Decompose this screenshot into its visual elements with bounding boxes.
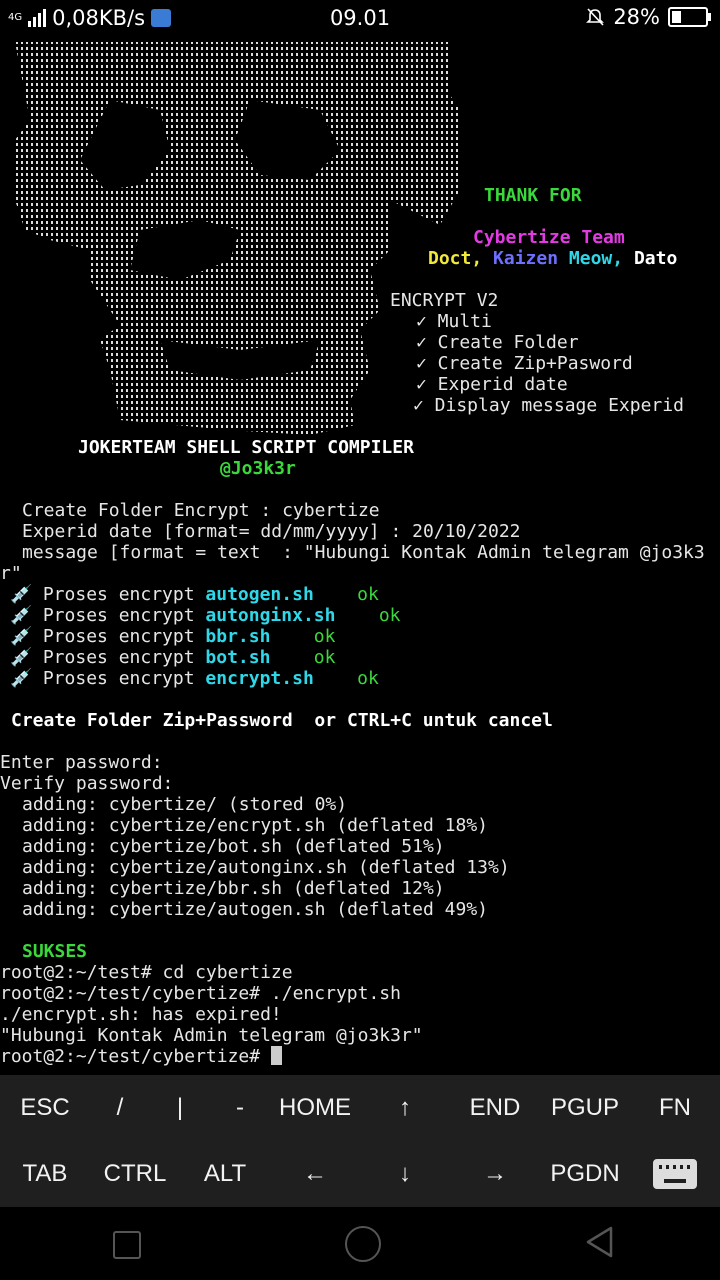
home-key[interactable]: HOME bbox=[270, 1075, 360, 1141]
encrypt-line: 💉 Proses encrypt autonginx.sh ok bbox=[10, 605, 401, 626]
shell-line: "Hubungi Kontak Admin telegram @jo3k3r" bbox=[0, 1025, 423, 1046]
pgup-key[interactable]: PGUP bbox=[540, 1075, 630, 1141]
prompt-message-wrap: r" bbox=[0, 563, 22, 584]
shell-line: ./encrypt.sh: has expired! bbox=[0, 1004, 282, 1025]
team-name: Cybertize Team bbox=[473, 227, 625, 248]
encrypt-line: 💉 Proses encrypt bbr.sh ok bbox=[10, 626, 336, 647]
adding-line: adding: cybertize/ (stored 0%) bbox=[22, 794, 348, 815]
syringe-icon: 💉 bbox=[10, 584, 33, 605]
prompt-date: Experid date [format= dd/mm/yyyy] : 20/1… bbox=[22, 521, 521, 542]
feature-item: ✓ Experid date bbox=[416, 374, 568, 395]
alt-key[interactable]: ALT bbox=[180, 1141, 270, 1207]
team-members: Doct, Kaizen Meow, Dato bbox=[428, 248, 678, 269]
extra-keys-bar: ESC / | - HOME ↑ END PGUP FN TAB CTRL AL… bbox=[0, 1075, 720, 1207]
verify-password: Verify password: bbox=[0, 773, 174, 794]
adding-line: adding: cybertize/autogen.sh (deflated 4… bbox=[22, 899, 488, 920]
back-button[interactable] bbox=[584, 1225, 614, 1259]
terminal-output[interactable]: THANK FOR Cybertize Team Doct, Kaizen Me… bbox=[0, 40, 720, 1075]
sukses-text: SUKSES bbox=[22, 941, 88, 962]
author-handle: @Jo3k3r bbox=[220, 458, 296, 479]
encrypt-line: 💉 Proses encrypt encrypt.sh ok bbox=[10, 668, 379, 689]
syringe-icon: 💉 bbox=[10, 647, 33, 668]
status-bar: 4G 0,08KB/s 09.01 28% bbox=[0, 0, 720, 36]
joker-ascii-art bbox=[15, 42, 460, 435]
tab-key[interactable]: TAB bbox=[0, 1141, 90, 1207]
feature-item: ✓ Multi bbox=[416, 311, 492, 332]
battery-icon bbox=[668, 7, 711, 27]
syringe-icon: 💉 bbox=[10, 626, 33, 647]
battery-percent: 28% bbox=[613, 5, 660, 29]
ctrl-key[interactable]: CTRL bbox=[90, 1141, 180, 1207]
syringe-icon: 💉 bbox=[10, 668, 33, 689]
arrow-right-key[interactable]: → bbox=[450, 1141, 540, 1207]
thank-text: THANK FOR bbox=[484, 185, 582, 206]
enter-password: Enter password: bbox=[0, 752, 163, 773]
arrow-left-key[interactable]: ← bbox=[270, 1141, 360, 1207]
adding-line: adding: cybertize/autonginx.sh (deflated… bbox=[22, 857, 510, 878]
navigation-bar bbox=[0, 1207, 720, 1280]
arrow-down-key[interactable]: ↓ bbox=[360, 1141, 450, 1207]
recents-button[interactable] bbox=[113, 1231, 141, 1259]
encrypt-line: 💉 Proses encrypt bot.sh ok bbox=[10, 647, 336, 668]
adding-line: adding: cybertize/bbr.sh (deflated 12%) bbox=[22, 878, 445, 899]
compiler-title: JOKERTEAM SHELL SCRIPT COMPILER bbox=[78, 437, 414, 458]
encrypt-line: 💉 Proses encrypt autogen.sh ok bbox=[10, 584, 379, 605]
feature-item: ✓ Create Zip+Pasword bbox=[416, 353, 633, 374]
text-cursor bbox=[270, 1046, 282, 1065]
shell-line: root@2:~/test# cd cybertize bbox=[0, 962, 293, 983]
zip-prompt: Create Folder Zip+Password or CTRL+C unt… bbox=[11, 710, 553, 731]
keyboard-icon bbox=[653, 1159, 697, 1189]
feature-item: ✓ Create Folder bbox=[416, 332, 579, 353]
home-button[interactable] bbox=[345, 1226, 381, 1262]
adding-line: adding: cybertize/bot.sh (deflated 51%) bbox=[22, 836, 445, 857]
fn-key[interactable]: FN bbox=[630, 1075, 720, 1141]
shell-line: root@2:~/test/cybertize# ./encrypt.sh bbox=[0, 983, 401, 1004]
arrow-up-key[interactable]: ↑ bbox=[360, 1075, 450, 1141]
feature-item: ✓ Display message Experid bbox=[413, 395, 684, 416]
end-key[interactable]: END bbox=[450, 1075, 540, 1141]
mute-icon bbox=[586, 8, 605, 26]
prompt-folder: Create Folder Encrypt : cybertize bbox=[22, 500, 380, 521]
shell-prompt[interactable]: root@2:~/test/cybertize# bbox=[0, 1046, 282, 1067]
keyboard-toggle-button[interactable] bbox=[630, 1141, 720, 1207]
syringe-icon: 💉 bbox=[10, 605, 33, 626]
encrypt-version: ENCRYPT V2 bbox=[390, 290, 499, 311]
adding-line: adding: cybertize/encrypt.sh (deflated 1… bbox=[22, 815, 488, 836]
prompt-message: message [format = text : "Hubungi Kontak… bbox=[22, 542, 705, 563]
pgdn-key[interactable]: PGDN bbox=[540, 1141, 630, 1207]
